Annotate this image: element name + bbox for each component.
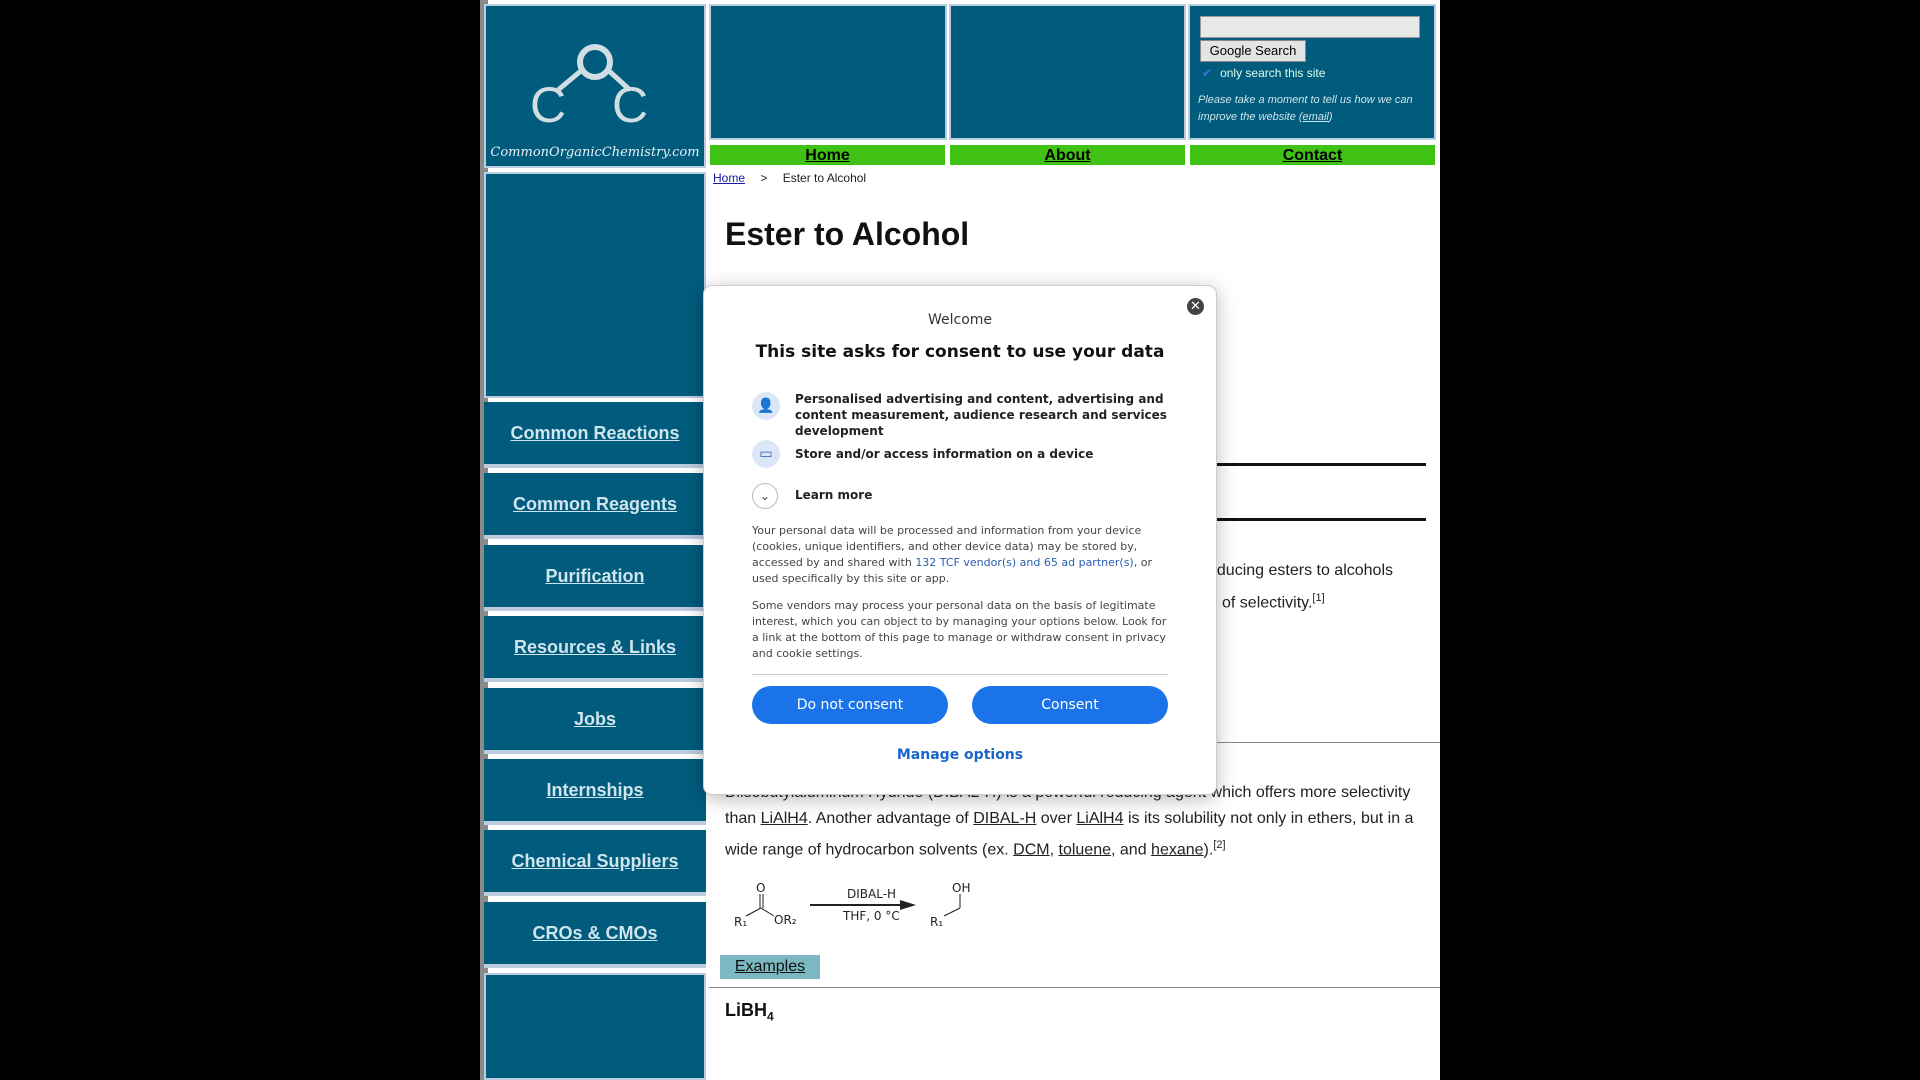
feedback-email-link[interactable]: email <box>1303 111 1329 123</box>
dcm-link[interactable]: DCM <box>1013 841 1049 858</box>
nav-contact[interactable]: Contact <box>1190 145 1435 165</box>
intro-text-fragment: educing esters to alcohols <box>1208 562 1393 579</box>
svg-text:R₁: R₁ <box>930 915 943 929</box>
examples-button[interactable]: Examples <box>720 955 820 979</box>
sidebar-item-chemical-suppliers[interactable]: Chemical Suppliers <box>484 830 706 896</box>
section-heading-libh4: LiBH4 <box>725 1000 774 1024</box>
consent-button[interactable]: Consent <box>972 686 1168 724</box>
sidebar-item-jobs[interactable]: Jobs <box>484 688 706 754</box>
site-logo[interactable]: C C CommonOrganicChemistry.com <box>484 4 706 168</box>
breadcrumb-current: Ester to Alcohol <box>782 171 867 185</box>
consent-text-2: Some vendors may process your personal d… <box>752 599 1167 660</box>
sidebar-item-internships[interactable]: Internships <box>484 759 706 825</box>
toluene-link[interactable]: toluene <box>1059 841 1112 858</box>
feedback-note: Please take a moment to tell us how we c… <box>1198 92 1430 126</box>
nav-contact-label: Contact <box>1282 147 1343 164</box>
nav-home-label: Home <box>805 147 850 164</box>
chevron-down-icon[interactable]: ⌄ <box>752 483 778 509</box>
scheme-reagent: DIBAL-H <box>847 887 896 901</box>
ref-2[interactable]: [2] <box>1213 839 1225 851</box>
selectivity-text: of selectivity. <box>1222 594 1313 612</box>
sidebar-item-cros-cmos[interactable]: CROs & CMOs <box>484 902 706 968</box>
purpose-store: Store and/or access information on a dev… <box>795 447 1094 461</box>
svg-text:OR₂: OR₂ <box>774 913 797 927</box>
only-site-checkbox[interactable]: ✔ only search this site <box>1202 66 1325 80</box>
molecule-logo-icon: C C <box>530 44 648 133</box>
sidebar-item-common-reagents[interactable]: Common Reagents <box>484 473 706 539</box>
page-title: Ester to Alcohol <box>725 216 970 252</box>
svg-text:C: C <box>612 77 648 133</box>
devices-icon: ▭ <box>752 440 780 468</box>
search-panel: Google Search ✔ only search this site Ple… <box>1188 4 1436 140</box>
nav-home[interactable]: Home <box>710 145 945 165</box>
wide-range-text: wide range of hydrocarbon solvents (ex. <box>725 841 1009 859</box>
manage-options-link[interactable]: Manage options <box>704 747 1216 763</box>
vendors-link[interactable]: 132 TCF vendor(s) and 65 ad partner(s) <box>915 556 1133 569</box>
sidebar-item-common-reactions[interactable]: Common Reactions <box>484 402 706 468</box>
do-not-consent-button[interactable]: Do not consent <box>752 686 948 724</box>
sidebar-item-purification[interactable]: Purification <box>484 545 706 611</box>
dibal-link[interactable]: DIBAL-H <box>973 810 1036 827</box>
lialh4-link-2[interactable]: LiAlH4 <box>1076 810 1123 827</box>
over-text: over <box>1040 810 1072 827</box>
nav-about[interactable]: About <box>950 145 1185 165</box>
site-name: CommonOrganicChemistry.com <box>490 145 700 160</box>
feedback-end: ) <box>1328 111 1333 123</box>
lialh4-link[interactable]: LiAlH4 <box>761 810 808 827</box>
only-site-label: only search this site <box>1220 66 1326 80</box>
sidebar-item-resources-links[interactable]: Resources & Links <box>484 616 706 682</box>
dialog-title: This site asks for consent to use your d… <box>755 342 1165 362</box>
scheme-conditions: THF, 0 °C <box>842 909 900 923</box>
libh4-text: LiBH <box>725 1000 767 1020</box>
breadcrumb: Home > Ester to Alcohol <box>713 171 866 185</box>
breadcrumb-home[interactable]: Home <box>713 171 745 185</box>
purpose-personalised: Personalised advertising and content, ad… <box>795 392 1167 438</box>
libh4-subscript: 4 <box>767 1009 774 1024</box>
dialog-welcome: Welcome <box>927 312 993 328</box>
section-divider <box>709 987 1440 988</box>
reaction-scheme: O R₁ OR₂ DIBAL-H THF, 0 °C OH R₁ <box>734 881 970 929</box>
consent-text-1: Your personal data will be processed and… <box>752 523 1172 587</box>
ad-banner-2 <box>949 4 1186 140</box>
and-text: , and <box>1111 841 1147 859</box>
svg-text:R₁: R₁ <box>734 915 747 929</box>
search-input[interactable] <box>1200 16 1420 38</box>
google-search-button[interactable]: Google Search <box>1200 40 1306 62</box>
dialog-divider <box>752 674 1168 675</box>
close-paren: ). <box>1203 841 1214 859</box>
sidebar-ad <box>484 172 706 398</box>
nav-about-label: About <box>1044 147 1091 164</box>
ad-banner-1 <box>709 4 947 140</box>
person-icon: 👤 <box>752 392 780 420</box>
hexane-link[interactable]: hexane <box>1151 841 1204 858</box>
solubility-text: is its solubility not only in ethers, bu… <box>1127 810 1414 827</box>
svg-text:OH: OH <box>952 881 970 895</box>
svg-text:O: O <box>756 881 765 895</box>
ref-1[interactable]: [1] <box>1312 592 1324 604</box>
than-text: than <box>725 810 757 827</box>
checkmark-icon: ✔ <box>1202 66 1213 80</box>
breadcrumb-separator: > <box>760 171 768 185</box>
learn-more-link[interactable]: Learn more <box>795 487 1215 503</box>
consent-dialog: ✕ Welcome This site asks for consent to … <box>704 286 1216 794</box>
sidebar-bottom-ad <box>484 973 706 1080</box>
intro-text-fragment-2: of selectivity.[1] <box>1222 585 1325 616</box>
another-text: . Another advantage of <box>807 810 969 827</box>
